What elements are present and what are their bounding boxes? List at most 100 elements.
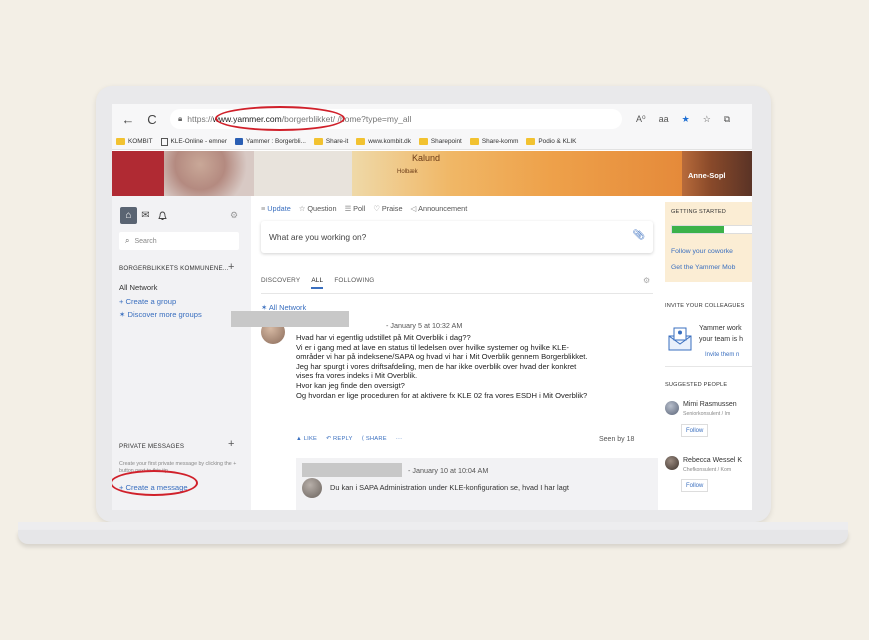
suggested-people-title: SUGGESTED PEOPLE	[665, 382, 728, 388]
composer-placeholder: What are you working on?	[269, 232, 367, 242]
update-icon: ≡	[261, 204, 266, 213]
bookmark-item[interactable]: KLE-Online - emner	[160, 137, 227, 146]
bookmark-item[interactable]: Yammer : Borgerbli...	[234, 138, 306, 145]
translate-icon[interactable]: aa	[659, 114, 669, 125]
redacted-reply-author	[302, 463, 402, 477]
sidebar-nav-icons: ⌂ ✉︎	[120, 207, 171, 224]
back-arrow-icon[interactable]: ←	[120, 111, 136, 127]
bookmark-item[interactable]: www.kombit.dk	[356, 138, 411, 145]
post-timestamp[interactable]: - January 5 at 10:32 AM	[386, 321, 462, 330]
more-options-button[interactable]: ···	[396, 436, 402, 442]
progress-fill	[672, 226, 725, 233]
post-body: Hvad har vi egentlig udstillet på Mit Ov…	[296, 333, 651, 400]
suggested-person-title: Chefkonsulent / Kom	[683, 467, 732, 473]
envelope-icon	[667, 327, 693, 351]
tab-all[interactable]: ALL	[311, 277, 324, 289]
suggested-person-name[interactable]: Mimi Rasmussen	[683, 401, 737, 408]
bookmark-item[interactable]: Sharepoint	[418, 138, 462, 145]
bookmark-label: KOMBIT	[128, 138, 153, 145]
redacted-author-name	[231, 311, 349, 327]
collections-icon[interactable]: ⧉	[724, 114, 730, 125]
post-line: Hvad har vi egentlig udstillet på Mit Ov…	[296, 333, 471, 342]
folder-icon	[526, 138, 536, 145]
avatar[interactable]	[665, 401, 679, 415]
follow-button[interactable]: Follow	[681, 424, 709, 437]
bookmark-item[interactable]: Share-it	[313, 138, 349, 145]
avatar[interactable]	[302, 478, 322, 498]
tab-discovery[interactable]: DISCOVERY	[261, 277, 300, 289]
feed-settings-icon[interactable]: ⚙︎	[643, 276, 650, 285]
bookmark-label: www.kombit.dk	[368, 138, 411, 145]
attachment-icon[interactable]: 📎︎	[632, 230, 645, 241]
bookmark-label: Share-komm	[481, 138, 519, 145]
bookmark-item[interactable]: Podio & KLIK	[526, 138, 576, 145]
post-line: Hvor kan jeg finde den oversigt?	[296, 380, 405, 390]
share-button[interactable]: ⟨ SHARE	[362, 436, 387, 442]
bookmarks-bar: KOMBIT KLE-Online - emner Yammer : Borge…	[112, 134, 752, 150]
poll-icon: ☰	[344, 204, 352, 213]
create-group-link[interactable]: + Create a group	[119, 297, 176, 306]
search-input[interactable]: ⌕ Search	[119, 232, 239, 250]
post-line: Og hvordan er lige proceduren for at akt…	[296, 390, 588, 400]
home-icon[interactable]: ⌂	[120, 207, 137, 224]
reply-button[interactable]: ↶ REPLY	[326, 436, 352, 442]
favorites-icon[interactable]: ☆	[703, 114, 711, 125]
bookmark-item[interactable]: Share-komm	[469, 138, 519, 145]
browser-address-bar: ← C 🔒︎ https:// www.yammer.com /borgerbl…	[112, 104, 752, 134]
post-line: Vi er i gang med at lave en status til l…	[296, 342, 569, 352]
address-bar-icons: A⁰ aa ★ ☆ ⧉	[636, 114, 730, 125]
praise-icon: ♡	[373, 204, 380, 213]
network-banner: Kalund Holbæk Anne-Sopl	[112, 151, 752, 196]
tab-praise[interactable]: ♡ Praise	[373, 204, 402, 213]
bell-icon[interactable]	[154, 207, 171, 224]
sidebar-item-all-network[interactable]: All Network	[119, 283, 157, 292]
favorite-star-icon[interactable]: ★	[682, 114, 690, 125]
tab-poll[interactable]: ☰ Poll	[345, 204, 366, 213]
invite-them-link[interactable]: Invite them n	[705, 352, 739, 358]
reply-thread: - January 10 at 10:04 AM Du kan i SAPA A…	[296, 458, 658, 510]
like-button[interactable]: ▲ LIKE	[296, 436, 317, 442]
follow-button[interactable]: Follow	[681, 479, 709, 492]
follow-coworkers-link[interactable]: Follow your coworke	[671, 248, 733, 255]
page-icon	[160, 137, 168, 146]
annotation-ellipse-create-message	[112, 470, 198, 496]
search-placeholder: Search	[134, 237, 157, 245]
tab-update[interactable]: ≡ Update	[261, 204, 291, 213]
banner-map: Kalund Holbæk	[352, 151, 682, 196]
post-composer-input[interactable]: What are you working on? 📎︎	[261, 221, 653, 253]
inbox-icon[interactable]: ✉︎	[137, 207, 154, 224]
reply-timestamp[interactable]: - January 10 at 10:04 AM	[408, 466, 488, 475]
reload-icon[interactable]: C	[144, 111, 160, 127]
suggested-person-name[interactable]: Rebecca Wessel K	[683, 457, 742, 464]
get-mobile-app-link[interactable]: Get the Yammer Mob	[671, 264, 735, 271]
lock-icon: 🔒︎	[178, 114, 183, 123]
bookmark-label: Share-it	[325, 138, 349, 145]
divider	[665, 366, 752, 367]
network-section-title[interactable]: BORGERBLIKKETS KOMMUNENE...	[119, 265, 229, 272]
url-prefix: https://	[187, 114, 213, 124]
progress-bar	[671, 225, 752, 234]
publisher-tabs: ≡ Update ☆ Question ☰ Poll ♡ Praise ◁ Announc…	[261, 204, 467, 213]
folder-icon	[469, 138, 479, 145]
user-name[interactable]: Anne-Sopl	[688, 171, 726, 180]
tab-announcement[interactable]: ◁ Announcement	[411, 204, 468, 213]
yammer-icon	[234, 138, 243, 145]
post-line: Jeg har spurgt i vores driftsafdeling, m…	[296, 361, 577, 371]
right-sidebar: GETTING STARTED Follow your coworke Get …	[659, 196, 752, 510]
invite-colleagues-title: INVITE YOUR COLLEAGUES	[665, 303, 745, 309]
discover-groups-link[interactable]: ✶ Discover more groups	[119, 310, 202, 319]
post-line: områder vi har på indeksene/SAPA og hvad…	[296, 352, 588, 362]
seen-by-count[interactable]: Seen by 18	[599, 436, 634, 443]
post-line: vises fra vores indeks i Mit Overblik.	[296, 371, 418, 381]
add-network-plus-icon[interactable]: +	[228, 261, 234, 273]
new-message-plus-icon[interactable]: +	[228, 438, 234, 450]
settings-gear-icon[interactable]: ⚙︎	[230, 210, 238, 221]
bookmark-item[interactable]: KOMBIT	[116, 138, 153, 145]
bookmark-label: KLE-Online - emner	[170, 138, 227, 145]
banner-photo	[164, 151, 254, 196]
tab-question[interactable]: ☆ Question	[299, 204, 337, 213]
avatar[interactable]	[665, 456, 679, 470]
tab-following[interactable]: FOLLOWING	[334, 277, 374, 289]
annotation-ellipse-url	[215, 106, 345, 131]
read-aloud-icon[interactable]: A⁰	[636, 114, 646, 125]
